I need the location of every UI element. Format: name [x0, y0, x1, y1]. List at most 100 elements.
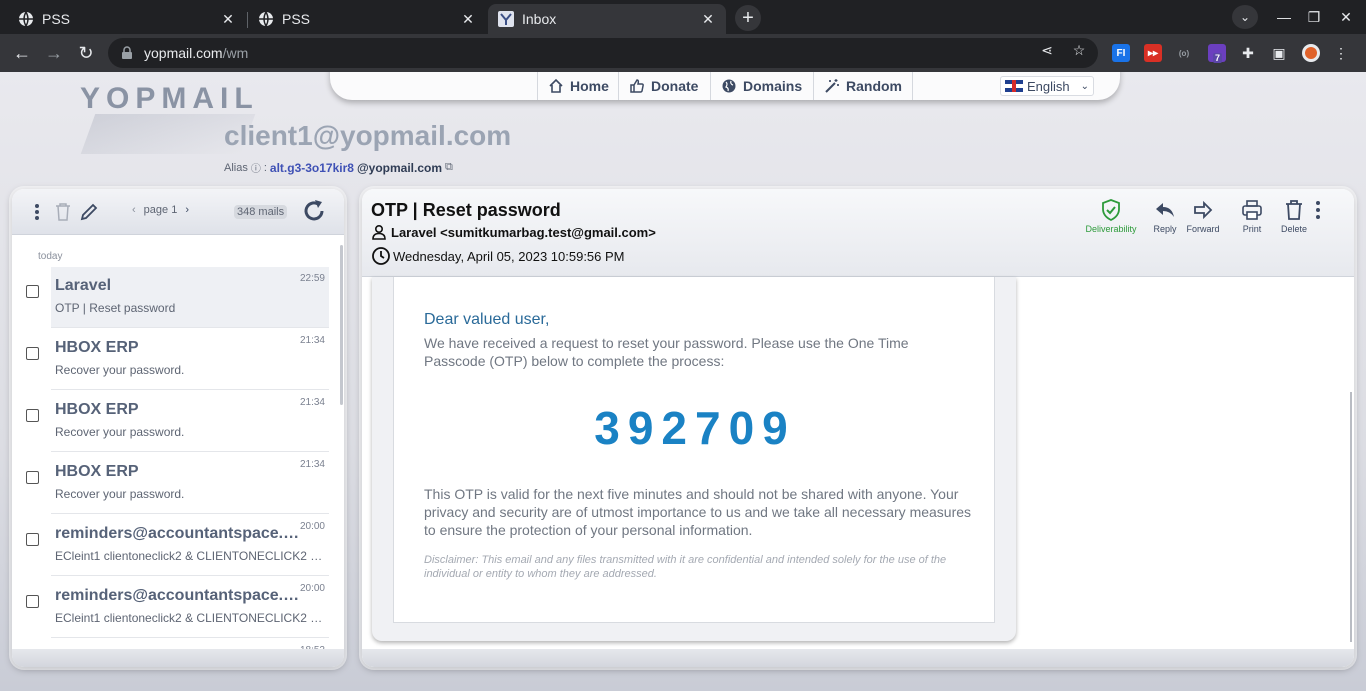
list-item[interactable]: HBOX ERP 21:34 Recover your password. [12, 453, 332, 515]
uk-flag-icon [1005, 80, 1023, 92]
mail-summary[interactable]: reminders@accountantspace.com 20:00 ECle… [51, 577, 329, 638]
list-footer [12, 649, 344, 667]
disclaimer: Disclaimer: This email and any files tra… [424, 554, 947, 580]
language-value: English [1027, 78, 1070, 94]
list-item[interactable]: HBOX ERP 21:34 Recover your password. [12, 391, 332, 453]
trash-icon [1286, 200, 1302, 220]
greeting: Dear valued user, [424, 311, 550, 328]
new-tab-button[interactable]: + [735, 5, 761, 31]
puzzle-icon[interactable]: ✚ [1239, 44, 1257, 62]
mail-body: Dear valued user, We have received a req… [362, 277, 1354, 667]
mail-summary[interactable]: HBOX ERP 21:34 Recover your password. [51, 391, 329, 452]
nav-home[interactable]: Home [537, 72, 619, 100]
tab-search-button[interactable]: ⌄ [1232, 5, 1258, 29]
bookmark-star-icon[interactable]: ☆ [1070, 41, 1088, 59]
mail-subject: Recover your password. [55, 425, 185, 439]
forward-icon[interactable]: → [42, 41, 66, 65]
globe-icon [258, 11, 274, 27]
more-options-button[interactable] [1305, 199, 1331, 224]
avatar-image [1305, 47, 1317, 59]
compose-pencil-icon[interactable] [78, 201, 100, 223]
kebab-menu-icon [1316, 201, 1320, 219]
select-checkbox[interactable] [26, 347, 39, 360]
restore-icon[interactable]: ❐ [1306, 6, 1322, 28]
kebab-menu-icon[interactable]: ⋮ [1332, 44, 1350, 62]
tab-title: PSS [42, 11, 71, 27]
reload-icon[interactable]: ↻ [74, 41, 98, 65]
action-label: Forward [1186, 224, 1220, 234]
mail-count-badge: 348 mails [234, 205, 288, 219]
select-checkbox[interactable] [26, 285, 39, 298]
extension-icon[interactable]: (o) [1175, 44, 1193, 62]
mail-time: 21:34 [299, 335, 325, 346]
list-item[interactable]: Laravel 22:59 OTP | Reset password [12, 267, 332, 329]
close-icon[interactable]: ✕ [220, 11, 236, 27]
extension-badge: 7 [1213, 53, 1223, 63]
printer-icon [1242, 200, 1262, 220]
top-navigation: Home Donate Domains Random English ⌄ [330, 72, 1120, 100]
logo[interactable]: YOPMAIL [80, 82, 260, 154]
mail-date: Wednesday, April 05, 2023 10:59:56 PM [393, 248, 625, 264]
message-card: Dear valued user, We have received a req… [393, 277, 995, 623]
share-icon[interactable]: ⋖ [1038, 41, 1056, 59]
alias-value[interactable]: alt.g3-3o17kir8 [270, 161, 354, 175]
close-icon[interactable]: ✕ [700, 11, 716, 27]
mail-summary[interactable]: HBOX ERP 21:34 Recover your password. [51, 329, 329, 390]
day-label: today [38, 251, 63, 262]
nav-donate[interactable]: Donate [618, 72, 708, 100]
window-close-icon[interactable]: ✕ [1338, 6, 1354, 28]
list-item[interactable]: reminders@accountantspace.com 20:00 ECle… [12, 515, 332, 577]
scrollbar[interactable] [340, 245, 343, 405]
avatar[interactable] [1302, 44, 1320, 62]
select-checkbox[interactable] [26, 595, 39, 608]
yopmail-page: YOPMAIL Home Donate Domains Random Engli… [0, 72, 1366, 691]
thumbs-up-icon [630, 79, 644, 93]
action-label: Reply [1153, 224, 1177, 234]
select-checkbox[interactable] [26, 409, 39, 422]
trash-icon[interactable] [52, 201, 74, 223]
address-bar[interactable]: yopmail.com/wm [108, 38, 1098, 68]
nav-label: Domains [743, 78, 803, 94]
minimize-icon[interactable]: — [1276, 6, 1292, 28]
otp-code: 392709 [594, 402, 796, 454]
select-checkbox[interactable] [26, 533, 39, 546]
date-row: Wednesday, April 05, 2023 10:59:56 PM [371, 246, 625, 266]
extension-icon[interactable]: 7 [1208, 44, 1226, 63]
mail-view-panel: OTP | Reset password Laravel <sumitkumar… [362, 189, 1354, 667]
select-checkbox[interactable] [26, 471, 39, 484]
deliverability-button[interactable]: Deliverability [1084, 199, 1138, 234]
sender-row: Laravel <sumitkumarbag.test@gmail.com> [371, 224, 656, 240]
browser-tab[interactable]: PSS ✕ [248, 4, 486, 34]
browser-tab[interactable]: PSS ✕ [8, 4, 246, 34]
browser-tab-active[interactable]: Inbox ✕ [488, 4, 726, 34]
mail-time: 20:00 [299, 583, 325, 594]
copy-icon[interactable]: ⧉ [445, 161, 453, 174]
scrollbar[interactable] [1350, 392, 1352, 642]
nav-domains[interactable]: Domains [710, 72, 812, 100]
chevron-left-icon[interactable]: ‹ [132, 204, 136, 216]
chevron-right-icon[interactable]: › [185, 204, 189, 216]
language-select[interactable]: English ⌄ [1000, 76, 1094, 96]
list-item[interactable]: reminders@accountantspace.com 20:00 ECle… [12, 577, 332, 639]
mail-from: reminders@accountantspace.com [55, 587, 303, 604]
side-panel-icon[interactable]: ▣ [1270, 44, 1288, 62]
forward-button[interactable]: Forward [1176, 199, 1230, 234]
alias-domain: @yopmail.com [356, 160, 443, 175]
mail-summary[interactable]: Laravel 22:59 OTP | Reset password [51, 267, 329, 328]
extension-icon[interactable]: ▸▸ [1144, 44, 1162, 62]
kebab-menu-icon[interactable] [26, 201, 48, 223]
inbox-address: client1@yopmail.com [224, 120, 512, 151]
info-icon[interactable]: ⓘ [251, 160, 261, 175]
mail-summary[interactable]: HBOX ERP 21:34 Recover your password. [51, 453, 329, 514]
pager: ‹ page 1 › [132, 204, 189, 216]
back-icon[interactable]: ← [10, 41, 34, 65]
view-footer [362, 649, 1354, 667]
refresh-icon[interactable] [300, 197, 328, 225]
mail-from: HBOX ERP [55, 339, 139, 356]
nav-random[interactable]: Random [813, 72, 913, 100]
close-icon[interactable]: ✕ [460, 11, 476, 27]
mail-summary[interactable]: reminders@accountantspace.com 20:00 ECle… [51, 515, 329, 576]
extension-icon[interactable]: FI [1112, 44, 1130, 62]
mail-time: 20:00 [299, 521, 325, 532]
list-item[interactable]: HBOX ERP 21:34 Recover your password. [12, 329, 332, 391]
